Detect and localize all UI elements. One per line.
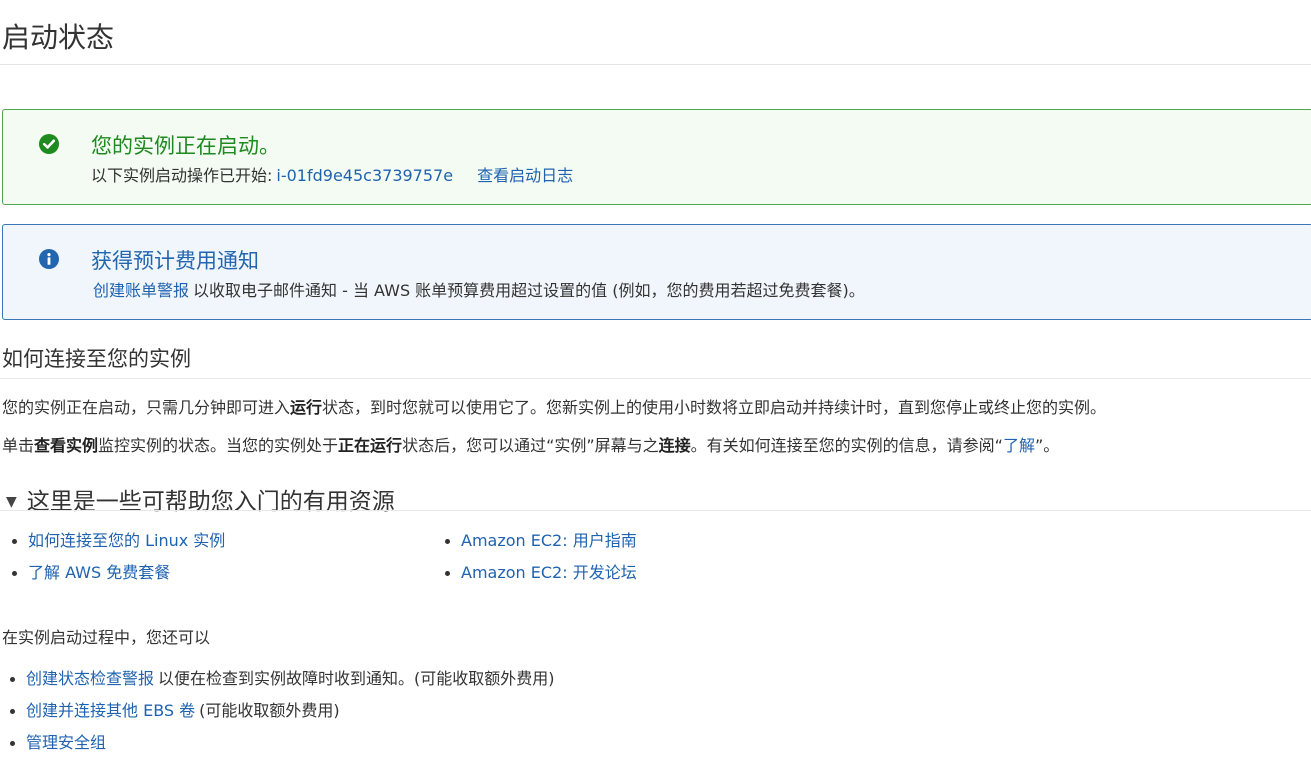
launch-extras-list: 创建状态检查警报 以便在检查到实例故障时收到通知。(可能收取额外费用) 创建并连接… [4,667,555,763]
launch-extras-intro: 在实例启动过程中，您还可以 [2,628,211,647]
connect-section-title: 如何连接至您的实例 [2,347,191,371]
p1-text-c: 状态，到时您就可以使用它了。您新实例上的使用小时数将立即启动并持续计时，直到您停… [322,398,1107,417]
info-circle-icon [39,249,59,269]
manage-security-groups-link[interactable]: 管理安全组 [26,733,106,752]
view-launch-log-link[interactable]: 查看启动日志 [477,166,573,185]
launch-started-label: 以下实例启动操作已开始: [91,166,273,185]
resources-list-right: Amazon EC2: 用户指南 Amazon EC2: 开发论坛 [439,529,637,593]
list-item: 管理安全组 [4,731,555,763]
resources-list-left: 如何连接至您的 Linux 实例 了解 AWS 免费套餐 [6,529,225,593]
p2-text-i: ”。 [1034,436,1060,455]
connect-paragraph-2: 单击查看实例监控实例的状态。当您的实例处于正在运行状态后，您可以通过“实例”屏幕… [2,432,1059,456]
connect-paragraph-1: 您的实例正在启动，只需几分钟即可进入运行状态，到时您就可以使用它了。您新实例上的… [2,394,1106,418]
p1-text-a: 您的实例正在启动，只需几分钟即可进入 [2,398,291,417]
list-item: 创建并连接其他 EBS 卷 (可能收取额外费用) [4,699,555,731]
instance-id-link[interactable]: i-01fd9e45c3739757e [276,166,453,185]
success-alert-text: 以下实例启动操作已开始: i-01fd9e45c3739757e 查看启动日志 [91,162,573,186]
billing-alarm-description: 以收取电子邮件通知 - 当 AWS 账单预算费用超过设置的值 (例如，您的费用若… [193,281,865,300]
caret-down-icon: ▼ [6,494,17,510]
list-item: Amazon EC2: 用户指南 [439,529,637,561]
list-item: 了解 AWS 免费套餐 [6,561,225,593]
check-circle-icon [39,134,59,154]
success-alert: 您的实例正在启动。 以下实例启动操作已开始: i-01fd9e45c3739757… [2,109,1311,205]
p2-text-e: 状态后，您可以通过“实例”屏幕与之 [402,436,659,455]
ec2-user-guide-link[interactable]: Amazon EC2: 用户指南 [461,531,637,550]
info-alert: 获得预计费用通知 创建账单警报 以收取电子邮件通知 - 当 AWS 账单预算费用超… [2,224,1311,320]
p2-text-g: 。有关如何连接至您的实例的信息，请参阅“ [690,436,1003,455]
page-title: 启动状态 [2,21,115,54]
connect-section-divider [0,378,1311,379]
info-alert-text: 创建账单警报 以收取电子邮件通知 - 当 AWS 账单预算费用超过设置的值 (例如… [93,277,865,301]
ebs-volume-note: (可能收取额外费用) [199,701,340,720]
aws-free-tier-link[interactable]: 了解 AWS 免费套餐 [28,563,170,582]
info-alert-title: 获得预计费用通知 [91,249,259,273]
list-item: 创建状态检查警报 以便在检查到实例故障时收到通知。(可能收取额外费用) [4,667,555,699]
p2-text-c: 监控实例的状态。当您的实例处于 [98,436,339,455]
linux-connect-guide-link[interactable]: 如何连接至您的 Linux 实例 [28,531,225,550]
resources-title: 这里是一些可帮助您入门的有用资源 [26,489,395,515]
p2-view-instances-bold: 查看实例 [34,436,99,455]
create-status-check-alarm-link[interactable]: 创建状态检查警报 [26,669,154,688]
list-item: 如何连接至您的 Linux 实例 [6,529,225,561]
resources-divider [0,510,1311,511]
p2-connect-bold: 连接 [658,436,691,455]
ec2-forum-link[interactable]: Amazon EC2: 开发论坛 [461,563,637,582]
learn-more-link[interactable]: 了解 [1003,436,1035,455]
status-check-alarm-note: 以便在检查到实例故障时收到通知。(可能收取额外费用) [158,669,555,688]
title-divider [0,64,1311,65]
create-ebs-volume-link[interactable]: 创建并连接其他 EBS 卷 [26,701,195,720]
p1-running-bold: 运行 [290,398,323,417]
success-alert-title: 您的实例正在启动。 [91,134,280,158]
create-billing-alarm-link[interactable]: 创建账单警报 [93,281,189,300]
p2-text-a: 单击 [2,436,35,455]
list-item: Amazon EC2: 开发论坛 [439,561,637,593]
p2-running-bold: 正在运行 [338,436,403,455]
